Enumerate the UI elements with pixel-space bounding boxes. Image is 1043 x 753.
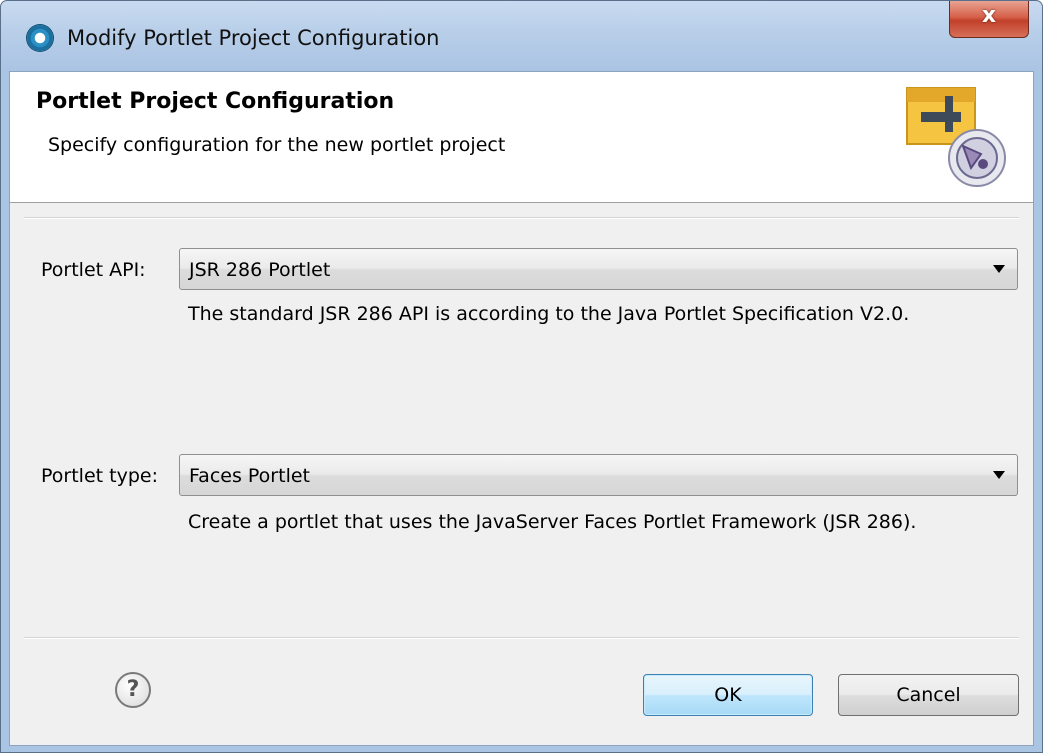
footer-separator <box>24 637 1019 639</box>
page-title: Portlet Project Configuration <box>36 89 395 114</box>
portlet-type-label: Portlet type: <box>41 465 158 487</box>
help-button[interactable]: ? <box>115 672 151 708</box>
page-description: Specify configuration for the new portle… <box>48 134 506 156</box>
chevron-down-icon <box>993 265 1005 273</box>
portlet-api-label: Portlet API: <box>41 259 146 281</box>
close-button[interactable]: x <box>949 1 1029 38</box>
app-icon <box>27 25 53 51</box>
wizard-header: Portlet Project Configuration Specify co… <box>10 72 1033 203</box>
portlet-type-value: Faces Portlet <box>189 465 310 487</box>
header-separator <box>24 217 1019 219</box>
ok-button[interactable]: OK <box>643 674 813 716</box>
title-bar[interactable]: Modify Portlet Project Configuration x <box>1 1 1042 71</box>
portlet-api-value: JSR 286 Portlet <box>189 259 331 281</box>
portlet-api-select[interactable]: JSR 286 Portlet <box>179 248 1018 290</box>
portlet-type-select[interactable]: Faces Portlet <box>179 454 1018 496</box>
portlet-type-description: Create a portlet that uses the JavaServe… <box>188 511 917 533</box>
dialog-window: Modify Portlet Project Configuration x P… <box>0 0 1043 753</box>
portlet-wizard-icon <box>906 87 1006 187</box>
window-title: Modify Portlet Project Configuration <box>67 26 440 50</box>
chevron-down-icon <box>993 471 1005 479</box>
help-icon: ? <box>126 677 140 702</box>
dialog-body: Portlet Project Configuration Specify co… <box>9 71 1034 746</box>
portlet-api-description: The standard JSR 286 API is according to… <box>188 303 910 325</box>
close-icon: x <box>981 3 997 28</box>
cancel-button[interactable]: Cancel <box>838 674 1019 716</box>
